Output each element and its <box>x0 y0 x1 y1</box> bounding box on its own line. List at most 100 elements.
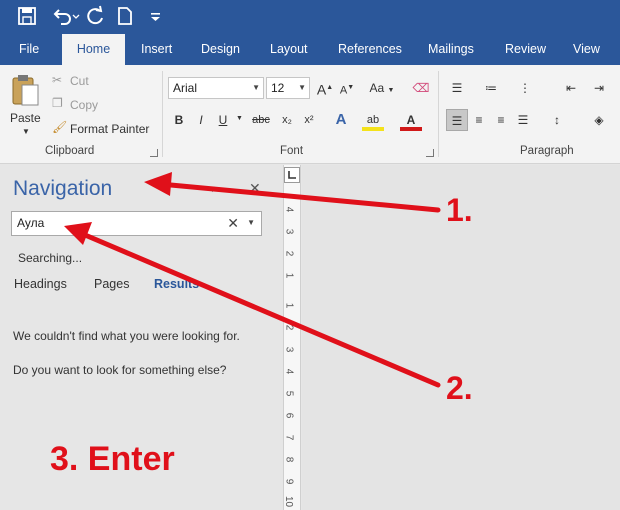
copy-label: Copy <box>70 98 99 112</box>
pane-options-icon[interactable]: ▼ <box>208 184 217 194</box>
chevron-down-icon: ▼ <box>236 115 243 122</box>
change-case-button[interactable]: Aa ▼ <box>366 77 398 99</box>
superscript-button[interactable]: x² <box>298 109 320 131</box>
clear-search-icon[interactable]: ✕ <box>227 215 239 232</box>
highlight-icon[interactable]: ab <box>362 109 384 131</box>
ribbon: Paste ▼ ✂ Cut ❐ Copy 🖌 Format Painter Cl… <box>0 65 620 164</box>
customize-toolbar-icon[interactable] <box>146 5 166 27</box>
ruler-number: 5 <box>283 390 295 397</box>
chevron-down-icon: ▼ <box>298 83 306 92</box>
underline-button[interactable]: U <box>212 109 234 131</box>
font-group-label: Font <box>280 145 304 157</box>
tab-file[interactable]: File <box>11 34 47 65</box>
annotation-step-1: 1. <box>446 192 473 228</box>
align-left-icon[interactable]: ☰ <box>446 109 468 131</box>
ruler-number: 4 <box>283 368 295 375</box>
grow-font-label: A <box>316 81 327 98</box>
bullets-icon[interactable]: ☰ <box>446 77 468 99</box>
tab-review[interactable]: Review <box>497 34 554 65</box>
search-input[interactable]: Аула ✕ ▼ <box>11 211 262 236</box>
bold-button[interactable]: B <box>168 109 190 131</box>
copy-icon: ❐ <box>52 96 63 110</box>
clipboard-group-label: Clipboard <box>45 145 95 157</box>
tab-design[interactable]: Design <box>193 34 248 65</box>
align-center-icon[interactable]: ≡ <box>468 109 490 131</box>
chevron-down-icon: ▼ <box>22 127 30 136</box>
format-painter-label: Format Painter <box>70 122 150 136</box>
strikethrough-button[interactable]: abc <box>248 109 274 131</box>
ruler-number: 3 <box>283 346 295 353</box>
copy-button[interactable]: ❐ Copy <box>50 95 110 115</box>
no-results-message: We couldn't find what you were looking f… <box>13 329 240 343</box>
decrease-indent-icon[interactable]: ⇤ <box>560 77 582 99</box>
group-divider <box>162 71 163 157</box>
italic-button[interactable]: I <box>190 109 212 131</box>
ruler-number: 3 <box>283 228 295 235</box>
font-family-value: Arial <box>173 81 198 95</box>
search-suggestion: Do you want to look for something else? <box>13 363 227 377</box>
font-launcher-icon[interactable] <box>426 149 434 157</box>
clear-formatting-icon[interactable]: ⌫ <box>410 77 432 99</box>
search-status: Searching... <box>18 251 83 265</box>
new-document-icon[interactable] <box>114 5 136 27</box>
numbering-icon[interactable]: ≔ <box>480 77 502 99</box>
align-right-icon[interactable]: ≡ <box>490 109 512 131</box>
format-painter-button[interactable]: 🖌 Format Painter <box>50 119 156 139</box>
ruler-number: 10 <box>283 495 295 508</box>
grow-font-button[interactable]: A▲ <box>314 77 336 99</box>
ruler-number: 1 <box>283 302 295 309</box>
ribbon-tabs: File Home Insert Design Layout Reference… <box>0 34 620 65</box>
ruler-number: 2 <box>283 324 295 331</box>
tab-references[interactable]: References <box>330 34 410 65</box>
text-effects-icon[interactable]: A <box>330 109 352 131</box>
ruler-number: 4 <box>283 206 295 213</box>
shrink-font-button[interactable]: A▼ <box>336 77 358 99</box>
line-spacing-icon[interactable]: ↕ <box>546 109 568 131</box>
redo-icon[interactable] <box>84 5 106 27</box>
save-icon[interactable] <box>16 5 40 27</box>
tab-headings[interactable]: Headings <box>14 277 67 291</box>
paintbrush-icon: 🖌 <box>52 120 68 134</box>
clipboard-launcher-icon[interactable] <box>150 149 158 157</box>
cut-button[interactable]: ✂ Cut <box>50 71 110 91</box>
paragraph-group-label: Paragraph <box>520 145 574 157</box>
scissors-icon: ✂ <box>52 73 63 87</box>
search-value: Аула <box>17 216 45 230</box>
tab-layout[interactable]: Layout <box>262 34 316 65</box>
tab-mailings[interactable]: Mailings <box>420 34 482 65</box>
tab-selector-icon[interactable] <box>284 167 300 183</box>
justify-icon[interactable]: ☰ <box>512 109 534 131</box>
tab-results[interactable]: Results <box>154 277 199 291</box>
shading-icon[interactable]: ◈ <box>588 109 610 131</box>
cut-label: Cut <box>70 74 89 88</box>
annotation-step-2: 2. <box>446 370 473 406</box>
tab-insert[interactable]: Insert <box>133 34 180 65</box>
multilevel-list-icon[interactable]: ⋮ <box>514 77 536 99</box>
tab-home[interactable]: Home <box>62 34 125 65</box>
font-size-value: 12 <box>271 81 285 95</box>
group-divider <box>438 71 439 157</box>
navigation-title: Navigation <box>13 177 113 200</box>
ruler-number: 2 <box>283 250 295 257</box>
paste-button[interactable]: Paste ▼ <box>6 71 44 136</box>
font-color-icon[interactable]: A <box>400 109 422 131</box>
chevron-down-icon[interactable]: ▼ <box>247 218 255 227</box>
undo-icon[interactable] <box>50 5 80 27</box>
paste-icon <box>10 73 40 112</box>
font-family-select[interactable]: Arial ▼ <box>168 77 264 99</box>
close-icon[interactable]: ✕ <box>249 180 261 197</box>
subscript-button[interactable]: x₂ <box>276 109 298 131</box>
tab-view[interactable]: View <box>565 34 608 65</box>
annotation-step-3: 3. Enter <box>50 440 175 478</box>
ruler-number: 9 <box>283 478 295 485</box>
paste-label: Paste <box>10 111 41 125</box>
ruler-number: 6 <box>283 412 295 419</box>
increase-indent-icon[interactable]: ⇥ <box>588 77 610 99</box>
quick-access-toolbar <box>0 0 620 34</box>
change-case-label: Aa <box>369 81 385 95</box>
tab-pages[interactable]: Pages <box>94 277 129 291</box>
font-size-select[interactable]: 12 ▼ <box>266 77 310 99</box>
ruler-number: 1 <box>283 272 295 279</box>
chevron-down-icon: ▼ <box>252 83 260 92</box>
ruler-number: 7 <box>283 434 295 441</box>
